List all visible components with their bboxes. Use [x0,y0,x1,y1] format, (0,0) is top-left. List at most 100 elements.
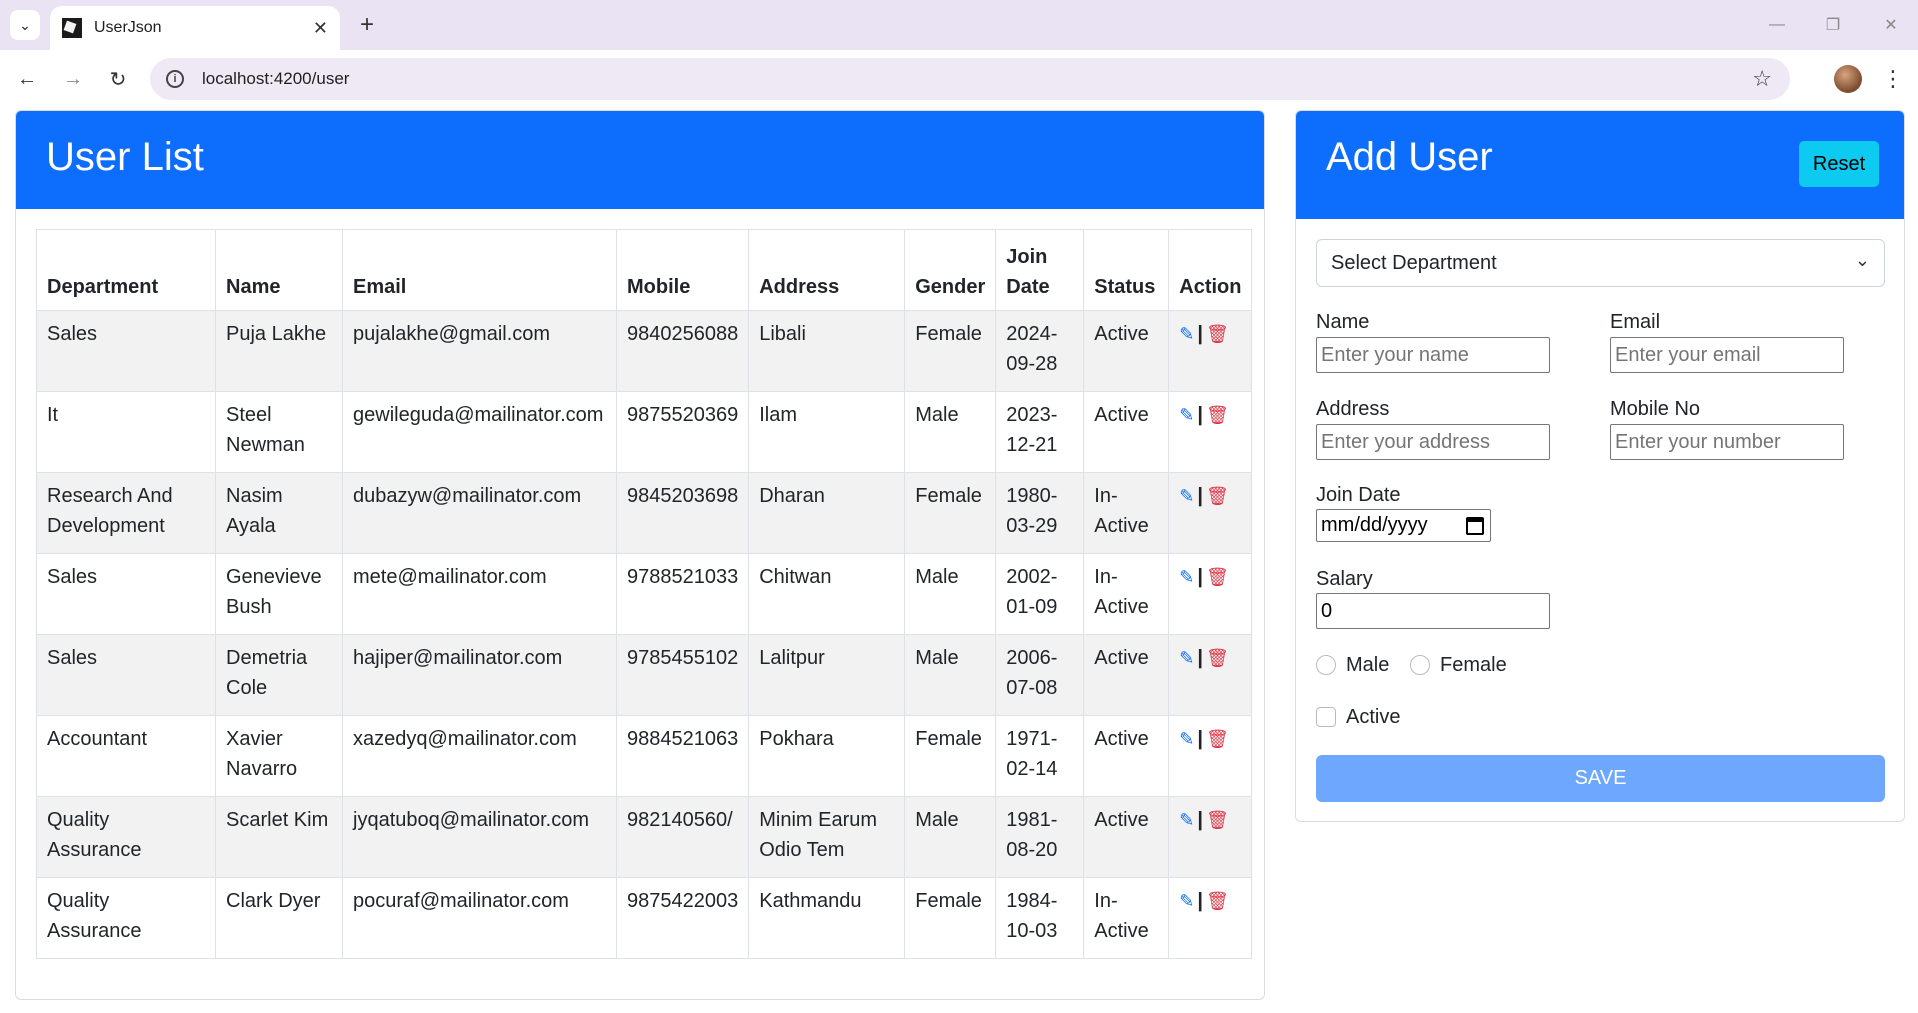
save-button[interactable]: SAVE [1316,755,1885,802]
delete-icon[interactable]: 🗑 [1206,324,1229,344]
name-label: Name [1316,311,1370,333]
name-input[interactable]: Enter your name [1316,337,1550,373]
cell-gender: Female [904,877,997,959]
edit-icon[interactable]: ✎ [1179,486,1194,506]
cell-status: Active [1083,391,1170,473]
table-header-row: Department Name Email Mobile Address Gen… [36,229,1253,311]
cell-address: Lalitpur [748,634,906,716]
profile-avatar[interactable] [1834,65,1862,93]
edit-icon[interactable]: ✎ [1179,810,1194,830]
active-checkbox[interactable] [1316,707,1336,727]
tab-list-chevron-icon[interactable]: ⌄ [10,10,40,40]
cell-address: Libali [748,310,906,392]
cell-status: In-Active [1083,553,1170,635]
add-user-title: Add User [1326,135,1493,179]
delete-icon[interactable]: 🗑 [1206,567,1229,587]
forward-arrow-icon[interactable]: → [58,64,88,94]
cell-mobile: 9875520369 [615,391,750,473]
delete-icon[interactable]: 🗑 [1206,891,1229,911]
mobile-input[interactable]: Enter your number [1610,424,1844,460]
cell-email: dubazyw@mailinator.com [342,472,617,554]
calendar-icon[interactable] [1466,517,1484,535]
salary-input[interactable]: 0 [1316,593,1550,629]
department-select[interactable]: Select Department ⌄ [1316,239,1885,287]
gender-male-radio[interactable] [1316,655,1336,675]
cell-address: Kathmandu [748,877,906,959]
close-window-icon[interactable]: ✕ [1876,10,1906,40]
cell-mobile: 9788521033 [615,553,750,635]
site-info-icon[interactable]: i [166,70,184,88]
action-separator: | [1197,323,1203,345]
cell-join-date: 2024-09-28 [995,310,1085,392]
cell-name: Scarlet Kim [215,796,343,878]
edit-icon[interactable]: ✎ [1179,648,1194,668]
cell-mobile: 9845203698 [615,472,750,554]
cell-address: Ilam [748,391,906,473]
browser-tab[interactable]: UserJson ✕ [50,6,340,50]
column-header: Address [748,229,906,311]
column-header: Mobile [615,229,750,311]
edit-icon[interactable]: ✎ [1179,729,1194,749]
delete-icon[interactable]: 🗑 [1206,648,1229,668]
mobile-label: Mobile No [1610,398,1701,420]
join-date-input[interactable]: mm/dd/yyyy [1316,509,1491,542]
join-date-label: Join Date [1316,484,1401,506]
edit-icon[interactable]: ✎ [1179,324,1194,344]
cell-email: jyqatuboq@mailinator.com [342,796,617,878]
cell-department: Sales [36,634,216,716]
cell-action: ✎ | 🗑 [1168,877,1253,959]
gender-female-radio[interactable] [1410,655,1430,675]
cell-join-date: 1981-08-20 [995,796,1085,878]
delete-icon[interactable]: 🗑 [1206,405,1229,425]
reset-button[interactable]: Reset [1799,141,1879,187]
column-header: Gender [904,229,997,311]
cell-status: In-Active [1083,472,1170,554]
edit-icon[interactable]: ✎ [1179,405,1194,425]
column-header: Department [36,229,216,311]
bookmark-star-icon[interactable]: ☆ [1752,66,1772,92]
cell-email: hajiper@mailinator.com [342,634,617,716]
back-arrow-icon[interactable]: ← [12,64,42,94]
chevron-down-icon: ⌄ [1854,250,1870,270]
minimize-icon[interactable]: — [1762,10,1792,40]
cell-address: Chitwan [748,553,906,635]
table-row: Quality Assurance Scarlet Kim jyqatuboq@ma… [36,796,1253,878]
new-tab-plus-icon[interactable]: + [352,10,382,40]
cell-gender: Male [904,634,997,716]
salary-label: Salary [1316,568,1373,590]
browser-menu-icon[interactable]: ⋮ [1878,64,1908,94]
cell-name: Steel Newman [215,391,343,473]
cell-action: ✎ | 🗑 [1168,472,1253,554]
action-separator: | [1197,890,1203,912]
browser-toolbar: ← → ↻ i localhost:4200/user ☆ ⋮ [0,50,1918,108]
cell-address: Pokhara [748,715,906,797]
address-bar[interactable]: i localhost:4200/user ☆ [150,58,1790,100]
email-input[interactable]: Enter your email [1610,337,1844,373]
table-row: Quality Assurance Clark Dyer pocuraf@maili… [36,877,1253,959]
user-list-header: User List [16,111,1264,209]
edit-icon[interactable]: ✎ [1179,891,1194,911]
cell-join-date: 2023-12-21 [995,391,1085,473]
user-table: Department Name Email Mobile Address Gen… [36,229,1253,959]
cell-email: mete@mailinator.com [342,553,617,635]
cell-join-date: 1980-03-29 [995,472,1085,554]
reload-icon[interactable]: ↻ [103,64,133,94]
join-date-placeholder: mm/dd/yyyy [1321,514,1428,536]
column-header: Name [215,229,343,311]
table-row: Sales Puja Lakhe pujalakhe@gmail.com 984025… [36,310,1253,392]
action-separator: | [1197,404,1203,426]
action-separator: | [1197,728,1203,750]
table-row: Sales Genevieve Bush mete@mailinator.com 97… [36,553,1253,635]
delete-icon[interactable]: 🗑 [1206,486,1229,506]
address-input[interactable]: Enter your address [1316,424,1550,460]
cell-join-date: 2002-01-09 [995,553,1085,635]
delete-icon[interactable]: 🗑 [1206,729,1229,749]
cell-department: Sales [36,310,216,392]
cell-address: Dharan [748,472,906,554]
delete-icon[interactable]: 🗑 [1206,810,1229,830]
column-header: Status [1083,229,1170,311]
close-tab-icon[interactable]: ✕ [313,18,328,39]
cell-address: Minim Earum Odio Tem [748,796,906,878]
restore-icon[interactable]: ❐ [1818,10,1848,40]
edit-icon[interactable]: ✎ [1179,567,1194,587]
